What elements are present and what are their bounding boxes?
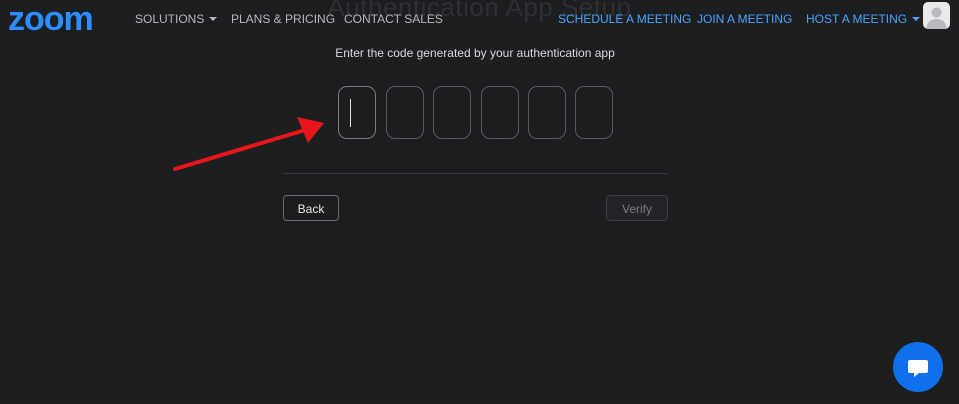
code-digit-input-4[interactable]	[481, 86, 519, 139]
red-arrow-annotation	[173, 117, 324, 171]
nav-host-meeting[interactable]: HOST A MEETING	[806, 12, 921, 26]
code-prompt: Enter the code generated by your authent…	[335, 46, 615, 60]
code-digit-input-5[interactable]	[528, 86, 566, 139]
divider	[283, 173, 668, 174]
page: Authentication App Setup zoom SOLUTIONS …	[0, 0, 959, 404]
code-digit-input-2[interactable]	[386, 86, 424, 139]
verify-button[interactable]: Verify	[606, 195, 668, 221]
chevron-down-icon	[209, 16, 218, 21]
text-cursor	[350, 99, 351, 127]
top-navigation: zoom SOLUTIONS PLANS & PRICING CONTACT S…	[0, 0, 959, 38]
back-button[interactable]: Back	[283, 195, 339, 221]
nav-join-meeting[interactable]: JOIN A MEETING	[697, 12, 792, 26]
chat-button[interactable]	[893, 342, 943, 392]
nav-plans-pricing[interactable]: PLANS & PRICING	[231, 12, 335, 26]
code-digit-input-1[interactable]	[338, 86, 376, 139]
code-digit-input-3[interactable]	[433, 86, 471, 139]
user-avatar-icon[interactable]	[923, 2, 950, 29]
zoom-logo[interactable]: zoom	[8, 1, 94, 37]
nav-schedule-meeting[interactable]: SCHEDULE A MEETING	[558, 12, 691, 26]
code-digit-input-6[interactable]	[575, 86, 613, 139]
nav-contact-sales[interactable]: CONTACT SALES	[344, 12, 443, 26]
chat-bubble-icon	[908, 360, 928, 377]
nav-solutions[interactable]: SOLUTIONS	[135, 12, 218, 26]
nav-solutions-label: SOLUTIONS	[135, 12, 205, 26]
avatar-silhouette	[926, 7, 947, 29]
chevron-down-icon	[912, 16, 921, 21]
nav-host-meeting-label: HOST A MEETING	[806, 12, 908, 26]
